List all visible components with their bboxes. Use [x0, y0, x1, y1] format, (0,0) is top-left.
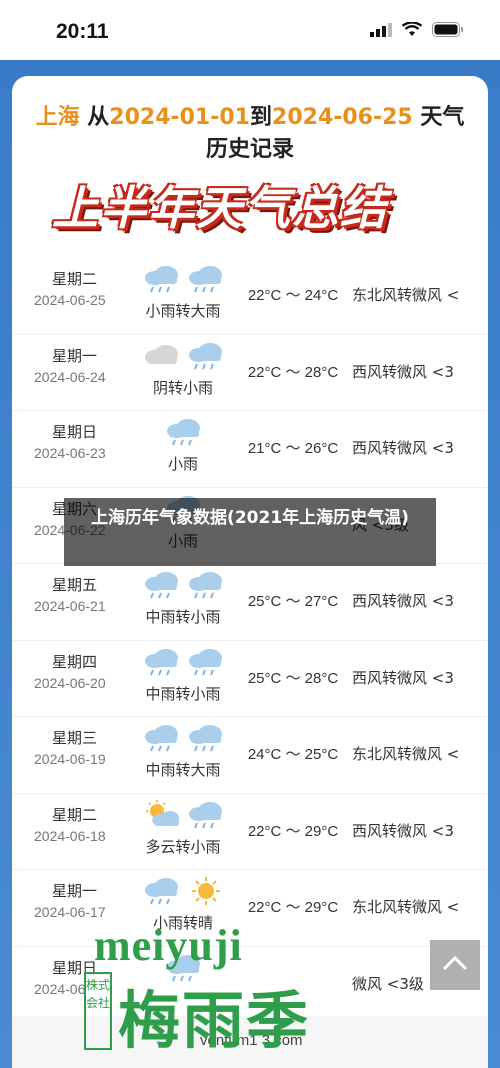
row-condition: 中雨转大雨	[145, 761, 221, 779]
watermark-logo: meiyuji 株式会社 梅雨季	[84, 920, 384, 1060]
weather-row[interactable]: 星期二 2024-06-18 多云转小雨 22°C ～ 29°C 西风转微风 <3	[12, 794, 488, 870]
chevron-up-icon	[442, 955, 468, 975]
row-condition: 中雨转小雨	[145, 684, 221, 703]
rain-icon	[186, 570, 226, 600]
title-start-date: 2024-01-01	[109, 105, 250, 130]
weather-row[interactable]: 星期三 2024-06-19 中雨转大雨 24°C ～ 25°C 东北风转微风 <	[12, 717, 488, 794]
rain-icon	[186, 723, 226, 753]
row-date: 2024-06-17	[34, 904, 106, 920]
row-date: 2024-06-23	[34, 445, 106, 461]
row-day: 星期三	[52, 729, 98, 747]
watermark-latin: meiyuji	[94, 921, 243, 970]
row-day: 星期一	[52, 882, 98, 900]
row-condition: 中雨转小雨	[145, 608, 221, 626]
title-city: 上海	[35, 105, 80, 130]
banner-text: 上半年天气总结	[52, 181, 388, 235]
rain-icon	[142, 647, 182, 677]
title-end-date: 2024-06-25	[272, 105, 413, 130]
row-icons	[138, 570, 230, 600]
summary-banner: 上半年天气总结	[52, 172, 412, 238]
battery-icon	[432, 22, 464, 41]
row-temperature: 21°C ～ 26°C	[247, 440, 339, 457]
row-wind: 西风转微风 <3	[352, 362, 454, 381]
row-temperature: 22°C ～ 28°C	[247, 363, 339, 381]
row-temperature: 25°C ～ 27°C	[247, 593, 339, 610]
row-wind: 西风转微风 <3	[352, 821, 454, 840]
row-wind: 西风转微风 <3	[352, 439, 454, 457]
status-bar: 20:11	[0, 0, 500, 60]
scroll-top-button[interactable]	[430, 940, 480, 990]
row-icons	[138, 417, 230, 447]
overcast-icon	[142, 341, 182, 371]
row-day: 星期四	[52, 652, 98, 671]
row-condition: 阴转小雨	[152, 378, 213, 397]
row-wind: 东北风转微风 <	[352, 745, 460, 763]
row-date: 2024-06	[34, 980, 86, 997]
row-temperature: 22°C ～ 29°C	[247, 899, 339, 916]
row-wind: 西风转微风 <3	[352, 592, 454, 610]
weather-row[interactable]: 星期一 2024-06-24 阴转小雨 22°C ～ 28°C 西风转微风 <3	[12, 335, 488, 411]
watermark-cjk: 梅雨季	[118, 984, 311, 1057]
row-condition: 小雨转大雨	[145, 302, 221, 320]
row-day: 星期日	[52, 423, 98, 441]
row-day: 星期二	[52, 270, 98, 288]
title-from: 从	[87, 105, 110, 130]
rain-icon	[142, 876, 182, 906]
weather-row[interactable]: 星期日 2024-06-23 小雨 21°C ～ 26°C 西风转微风 <3	[12, 411, 488, 488]
rain-icon	[186, 800, 226, 830]
weather-list: 星期二 2024-06-25 小雨转大雨 22°C ～ 24°C 东北风转微风 < 星期一…	[12, 258, 488, 1023]
row-day: 星期二	[52, 805, 98, 824]
page-title: 上海 从2024-01-01到2024-06-25 天气历史记录	[12, 102, 488, 166]
row-temperature: 22°C ～ 24°C	[247, 287, 339, 304]
partly-cloudy-icon	[142, 799, 182, 830]
row-wind: 西风转微风 <3	[352, 668, 454, 687]
row-icons	[138, 647, 230, 677]
status-time: 20:11	[56, 20, 109, 43]
status-icons	[370, 21, 464, 41]
rain-icon	[142, 723, 182, 753]
row-temperature: 25°C ～ 28°C	[247, 669, 339, 687]
rain-icon	[186, 264, 226, 294]
weather-row[interactable]: 星期四 2024-06-20 中雨转小雨 25°C ～ 28°C 西风转微风 <3	[12, 641, 488, 717]
rain-icon	[142, 264, 182, 294]
row-temperature: 24°C ～ 25°C	[247, 746, 339, 763]
row-date: 2024-06-18	[34, 827, 106, 844]
rain-icon	[186, 341, 226, 371]
row-wind: 东北风转微风 <	[352, 898, 460, 916]
row-temperature: 22°C ～ 29°C	[247, 822, 339, 840]
row-icons	[138, 876, 230, 906]
signal-icon	[370, 22, 392, 41]
row-day: 星期一	[52, 346, 98, 365]
row-icons	[138, 723, 230, 753]
row-date: 2024-06-21	[34, 598, 106, 614]
rain-icon	[186, 647, 226, 677]
image-caption: 上海历年气象数据(2021年上海历史气温)	[64, 498, 436, 566]
row-condition: 多云转小雨	[145, 837, 221, 856]
row-date: 2024-06-19	[34, 751, 106, 767]
row-date: 2024-06-20	[34, 674, 106, 691]
row-icons	[138, 264, 230, 294]
rain-icon	[164, 417, 204, 447]
rain-icon	[142, 570, 182, 600]
row-wind: 东北风转微风 <	[352, 286, 460, 304]
weather-row[interactable]: 星期二 2024-06-25 小雨转大雨 22°C ～ 24°C 东北风转微风 <	[12, 258, 488, 335]
row-icons	[138, 341, 230, 371]
row-icons	[138, 799, 230, 830]
row-date: 2024-06-25	[34, 292, 106, 308]
title-to: 到	[250, 105, 273, 130]
row-date: 2024-06-24	[34, 368, 106, 385]
weather-row[interactable]: 星期五 2024-06-21 中雨转小雨 25°C ～ 27°C 西风转微风 <3	[12, 564, 488, 641]
sun-icon	[186, 876, 226, 906]
row-condition: 小雨	[167, 455, 198, 473]
row-day: 星期五	[52, 576, 98, 594]
wifi-icon	[401, 21, 423, 41]
watermark-seal: 株式会社	[84, 972, 112, 1050]
